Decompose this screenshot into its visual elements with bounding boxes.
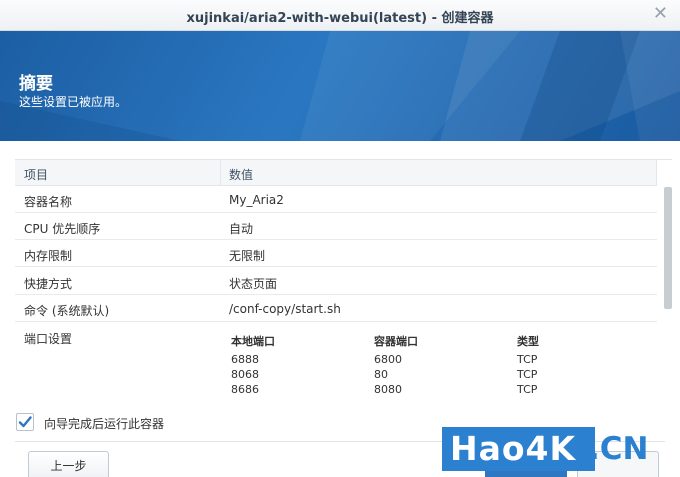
summary-banner: 摘要 这些设置已被应用。 [0, 31, 680, 141]
port-container: 8080 [374, 383, 402, 396]
window-titlebar: xujinkai/aria2-with-webui(latest) - 创建容器… [0, 0, 680, 31]
previous-button[interactable]: 上一步 [28, 451, 109, 477]
header-item[interactable]: 项目 [24, 166, 48, 183]
row-key: 命令 (系统默认) [24, 304, 110, 318]
row-key: 快捷方式 [24, 277, 73, 291]
watermark-suffix: .CN [588, 431, 649, 467]
port-type: TCP [517, 353, 538, 366]
row-value: 状态页面 [229, 277, 278, 291]
table-row: 容器名称 My_Aria2 [15, 186, 657, 213]
run-after-wizard-checkbox[interactable] [16, 413, 34, 431]
row-value: /conf-copy/start.sh [229, 302, 341, 316]
table-row: 命令 (系统默认) /conf-copy/start.sh [15, 295, 657, 322]
header-separator [220, 160, 221, 186]
port-type: TCP [517, 368, 538, 381]
port-local: 8686 [231, 383, 259, 396]
table-scrollbar[interactable] [664, 187, 672, 309]
watermark: Hao4K .CN [442, 427, 660, 477]
ports-label: 端口设置 [24, 332, 73, 346]
row-value: My_Aria2 [229, 193, 284, 207]
port-local: 6888 [231, 353, 259, 366]
ports-header-type: 类型 [517, 335, 539, 348]
banner-decoration [0, 31, 680, 141]
row-key: CPU 优先顺序 [24, 222, 101, 236]
row-key: 内存限制 [24, 249, 73, 263]
banner-subheading: 这些设置已被应用。 [19, 95, 128, 109]
row-key: 容器名称 [24, 195, 73, 209]
row-value: 无限制 [229, 249, 266, 263]
port-container: 6800 [374, 353, 402, 366]
checkmark-icon [18, 416, 32, 428]
port-container: 80 [374, 368, 388, 381]
banner-heading: 摘要 [19, 74, 53, 94]
run-after-wizard-label[interactable]: 向导完成后运行此容器 [44, 415, 164, 432]
ports-header-container: 容器端口 [374, 335, 418, 348]
table-row: 内存限制 无限制 [15, 240, 657, 267]
table-row: CPU 优先顺序 自动 [15, 213, 657, 240]
table-row: 快捷方式 状态页面 [15, 268, 657, 295]
table-header: 项目 数值 [15, 160, 657, 186]
ports-row: 端口设置 本地端口 容器端口 类型 6888 6800 TCP 8068 80 … [15, 323, 657, 403]
summary-table: 项目 数值 容器名称 My_Aria2 CPU 优先顺序 自动 内存限制 无限制… [15, 159, 672, 402]
close-icon[interactable]: ✕ [653, 4, 668, 24]
header-value[interactable]: 数值 [229, 166, 253, 183]
port-type: TCP [517, 383, 538, 396]
window-title: xujinkai/aria2-with-webui(latest) - 创建容器 [186, 11, 494, 26]
ports-header-local: 本地端口 [231, 335, 275, 348]
port-local: 8068 [231, 368, 259, 381]
row-value: 自动 [229, 222, 254, 236]
watermark-main: Hao4K [450, 429, 577, 468]
